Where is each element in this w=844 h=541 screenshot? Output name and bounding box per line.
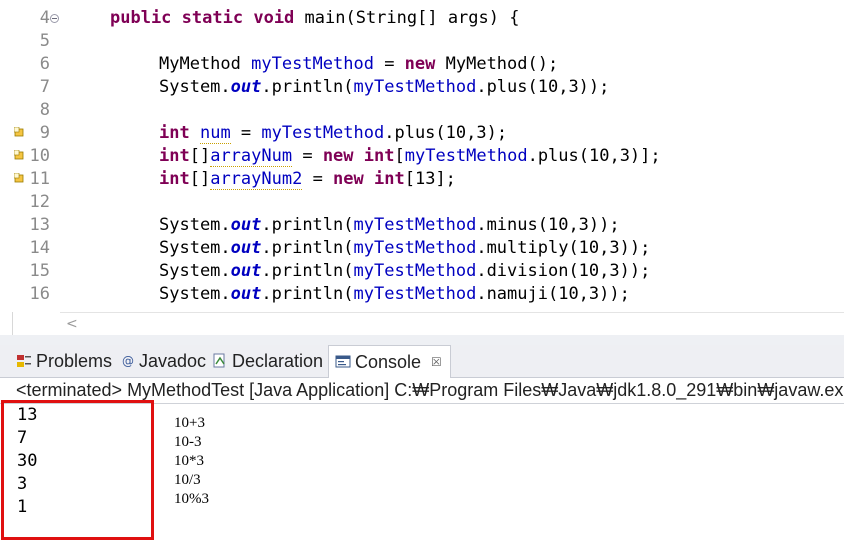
process-label: <terminated> MyMethodTest [Java Applicat… (16, 380, 844, 400)
annotation-note: 10*3 (174, 453, 204, 469)
code-line-6[interactable]: MyMethod myTestMethod = new MyMethod(); (159, 53, 558, 76)
gutter-line-5: 5 (12, 30, 60, 53)
gutter-line-10: 10 (12, 145, 60, 168)
warning-icon[interactable] (14, 127, 24, 137)
gutter-line-11: 11 (12, 168, 60, 191)
tab-label: Problems (36, 350, 113, 371)
gutter-line-13: 13 (12, 214, 60, 237)
line-number: 12 (29, 192, 50, 212)
warning-icon[interactable] (14, 173, 24, 183)
line-number: 13 (29, 215, 50, 235)
tab-label: Console (355, 351, 422, 372)
declaration-icon (212, 353, 228, 369)
close-icon[interactable]: ☒ (431, 355, 442, 369)
line-number: 11 (29, 169, 50, 189)
gutter-line-9: 9 (12, 122, 60, 145)
line-number: 15 (29, 261, 50, 281)
code-line-4[interactable]: public static void main(String[] args) { (110, 7, 519, 30)
gutter-line-14: 14 (12, 237, 60, 260)
gutter-line-16: 16 (12, 283, 60, 306)
console-icon (335, 354, 351, 370)
view-tab-bar: Problems @ Javadoc Declaration Console ☒ (0, 345, 844, 378)
tab-label: Javadoc (139, 350, 207, 371)
gutter-line-15: 15 (12, 260, 60, 283)
tab-problems[interactable]: Problems (16, 345, 112, 377)
line-number: 7 (39, 77, 50, 97)
code-line-15[interactable]: System.out.println(myTestMethod.division… (159, 260, 650, 283)
code-line-11[interactable]: int[]arrayNum2 = new int[13]; (159, 168, 456, 191)
line-number: 16 (29, 284, 50, 304)
code-line-16[interactable]: System.out.println(myTestMethod.namuji(1… (159, 283, 630, 306)
tab-declaration[interactable]: Declaration (212, 345, 323, 377)
annotation-note: 10+3 (174, 415, 205, 431)
editor-scroll-divider (60, 312, 844, 313)
annotation-note: 10/3 (174, 472, 201, 488)
line-number: 4 (39, 8, 50, 28)
annotation-note: 10-3 (174, 434, 202, 450)
tab-javadoc[interactable]: @ Javadoc (121, 345, 206, 377)
code-line-10[interactable]: int[]arrayNum = new int[myTestMethod.plu… (159, 145, 661, 168)
gutter-line-7: 7 (12, 76, 60, 99)
code-line-9[interactable]: int num = myTestMethod.plus(10,3); (159, 122, 507, 145)
code-line-14[interactable]: System.out.println(myTestMethod.multiply… (159, 237, 650, 260)
tab-label: Declaration (232, 350, 324, 371)
svg-text:@: @ (122, 354, 134, 368)
gutter-line-12: 12 (12, 191, 60, 214)
scroll-left-icon[interactable]: < (66, 316, 78, 332)
problems-icon (16, 353, 32, 369)
line-number: 14 (29, 238, 50, 258)
code-line-7[interactable]: System.out.println(myTestMethod.plus(10,… (159, 76, 609, 99)
warning-icon[interactable] (14, 150, 24, 160)
tab-console[interactable]: Console ☒ (328, 345, 451, 378)
line-number: 6 (39, 54, 50, 74)
code-editor[interactable]: 4 public static void main(String[] args)… (0, 0, 844, 341)
annotation-note: 10%3 (174, 491, 209, 507)
gutter-line-4: 4 (12, 7, 60, 30)
line-number: 8 (39, 100, 50, 120)
javadoc-icon: @ (121, 353, 135, 369)
line-number: 10 (29, 146, 50, 166)
gutter-line-6: 6 (12, 53, 60, 76)
gutter-line-8: 8 (12, 99, 60, 122)
line-number: 9 (39, 123, 50, 143)
line-number: 5 (39, 31, 50, 51)
highlight-box (1, 400, 154, 540)
code-line-13[interactable]: System.out.println(myTestMethod.minus(10… (159, 214, 620, 237)
fold-collapse-icon[interactable] (50, 14, 59, 23)
